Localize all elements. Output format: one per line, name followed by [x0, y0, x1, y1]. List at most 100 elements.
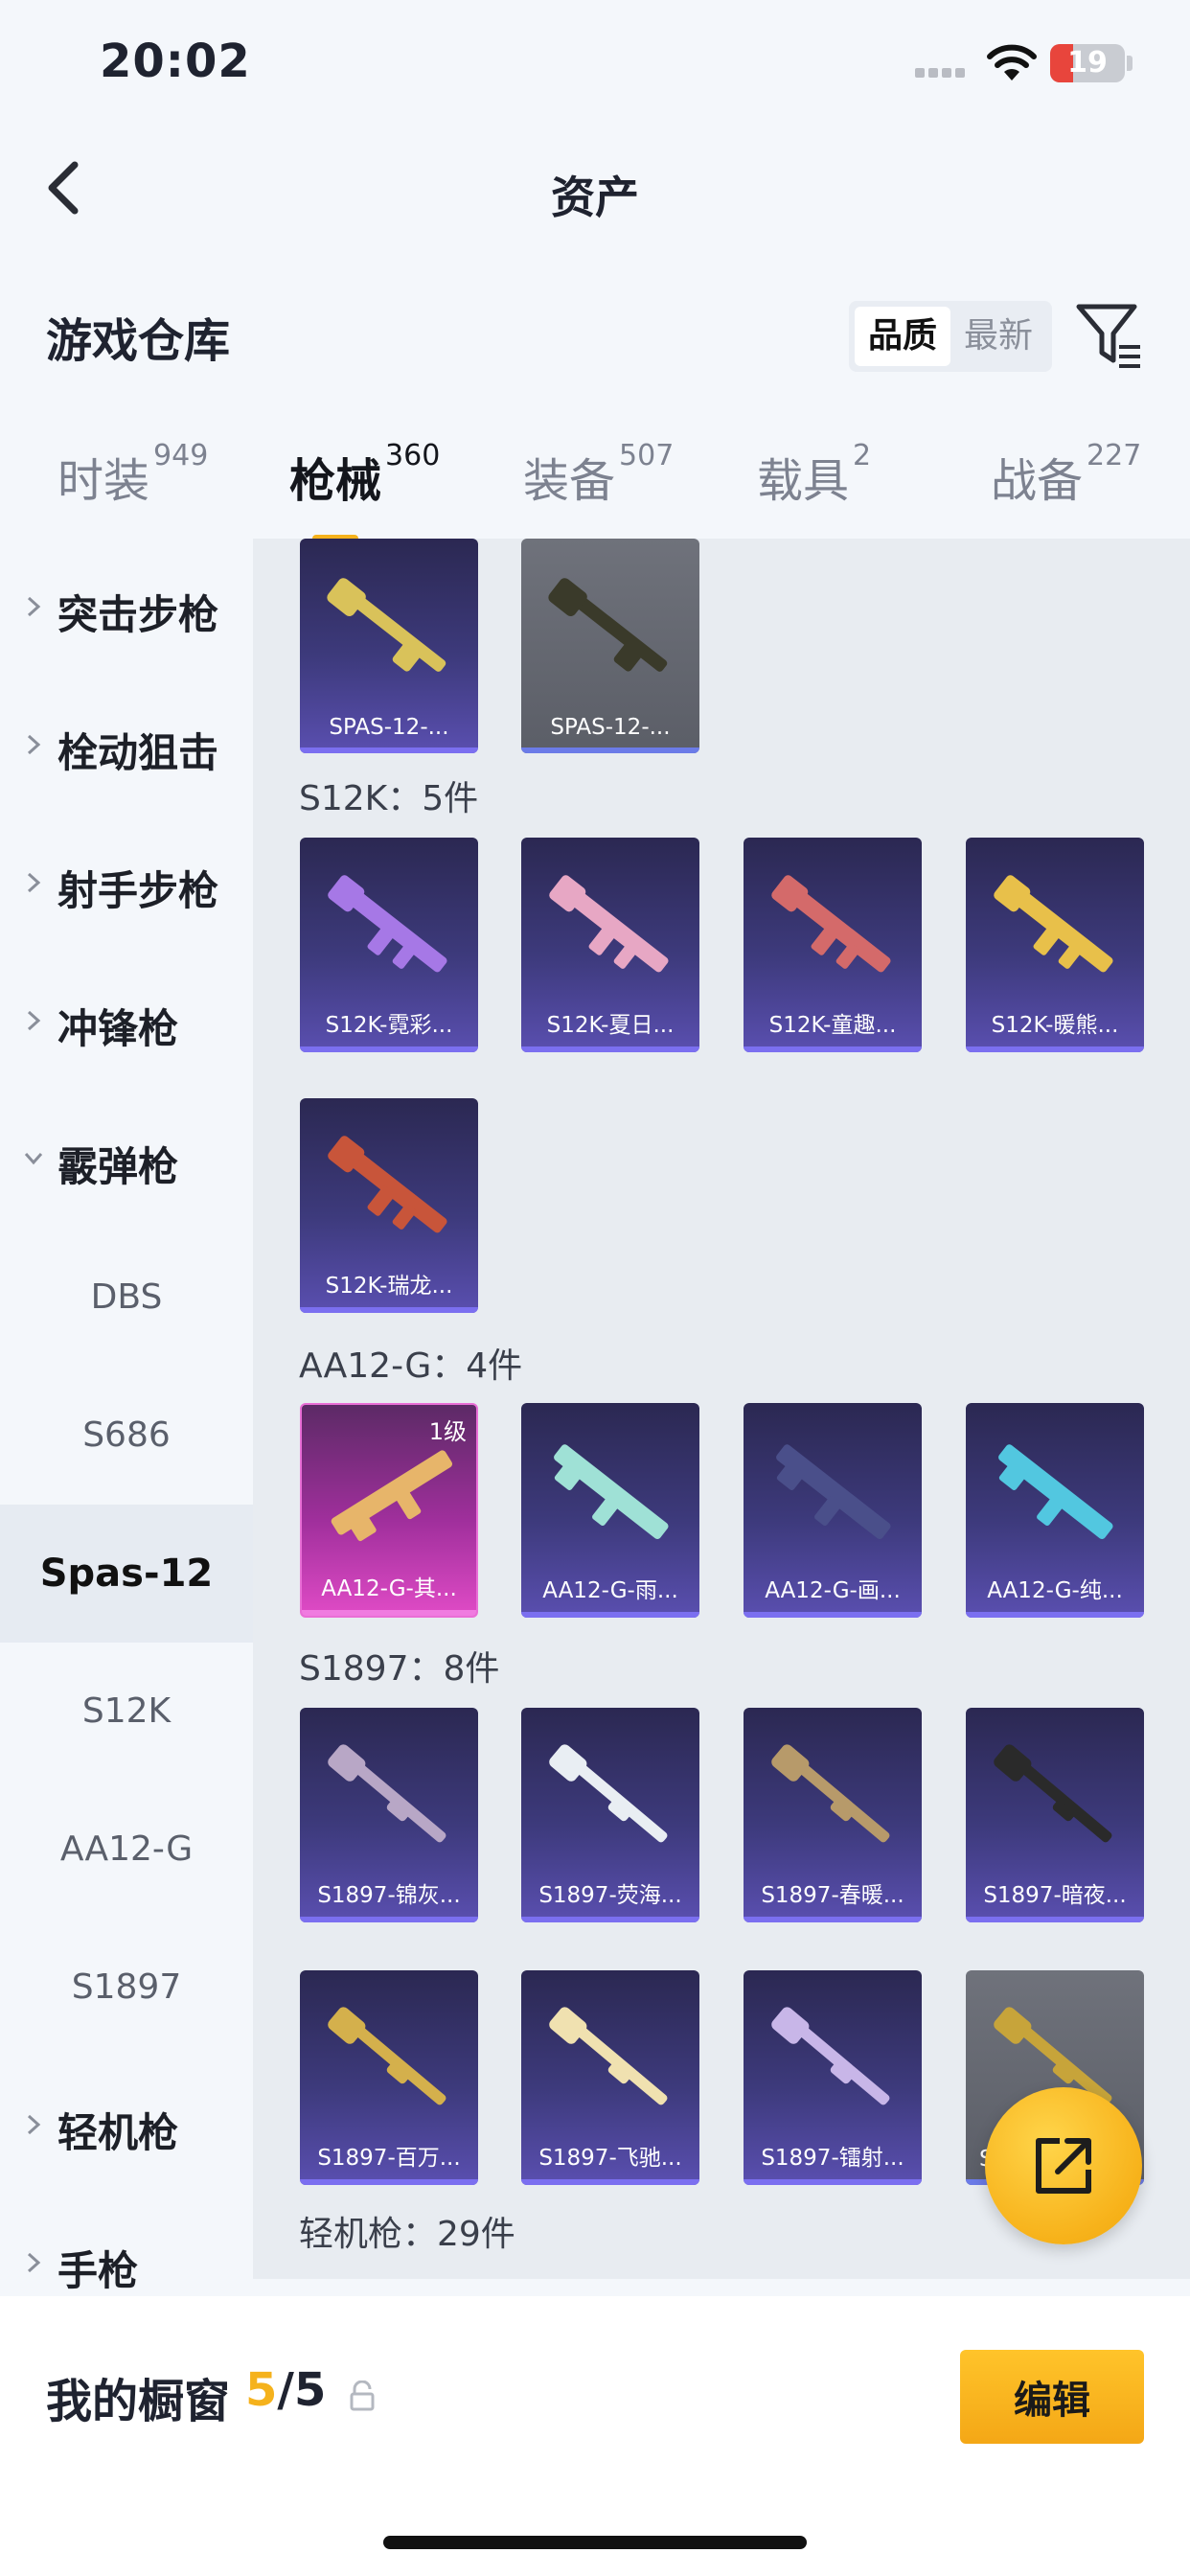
sidebar-item-label: 冲锋枪 — [57, 1005, 179, 1052]
skin-name: AA12-G-纯... — [987, 1578, 1123, 1603]
skin-card[interactable]: AA12-G-雨... — [521, 1403, 699, 1618]
shotgun-icon — [771, 2007, 890, 2105]
tab-label: 枪械 — [289, 454, 382, 508]
tab-count: 360 — [385, 439, 441, 472]
skin-name: SPAS-12-... — [550, 715, 671, 740]
sidebar-subitem-s12k[interactable]: S12K — [0, 1643, 253, 1781]
filter-icon[interactable] — [1075, 301, 1144, 372]
rarity-bar — [521, 1046, 699, 1052]
warehouse-header: 游戏仓库 品质 最新 — [0, 278, 1190, 393]
sidebar-item-label: 轻机枪 — [57, 2109, 179, 2156]
chevron-right-icon — [27, 872, 41, 893]
skin-name: S12K-暖熊... — [991, 1013, 1119, 1038]
share-button[interactable] — [985, 2087, 1142, 2244]
showcase-count: 5/5 — [245, 2363, 326, 2417]
rarity-bar — [300, 1307, 478, 1313]
sidebar-subitem-spas-12[interactable]: Spas-12 — [0, 1505, 253, 1643]
sidebar-item-label: 手枪 — [57, 2247, 139, 2294]
skin-card[interactable]: S1897-锦灰... — [300, 1708, 478, 1922]
home-indicator — [383, 2536, 807, 2549]
sidebar-item-bolt-sniper[interactable]: 栓动狙击 — [0, 677, 253, 815]
rarity-bar — [744, 1917, 922, 1922]
sidebar-item-assault-rifle[interactable]: 突击步枪 — [0, 539, 253, 677]
rarity-bar — [521, 1612, 699, 1618]
sidebar-item-label: 射手步枪 — [57, 867, 219, 914]
wifi-icon — [987, 44, 1037, 80]
rarity-bar — [521, 748, 699, 753]
tab-label: 战备 — [991, 454, 1084, 508]
skin-card[interactable]: S1897-百万... — [300, 1970, 478, 2185]
sidebar-item-label: 突击步枪 — [57, 591, 219, 638]
edit-button[interactable]: 编辑 — [960, 2350, 1144, 2444]
sidebar-item-smg[interactable]: 冲锋枪 — [0, 953, 253, 1091]
rifle-icon — [328, 875, 447, 973]
rarity-bar — [300, 1917, 478, 1922]
skin-card[interactable]: S12K-瑞龙... — [300, 1098, 478, 1313]
sort-quality-option[interactable]: 品质 — [855, 307, 950, 366]
weapon-category-sidebar: 突击步枪 栓动狙击 射手步枪 冲锋枪 霰弹枪 DBS S686 Spas-12 … — [0, 539, 253, 2294]
share-external-icon — [1036, 2138, 1091, 2194]
tab-fashion[interactable]: 时装 949 — [57, 439, 208, 510]
tab-equipment[interactable]: 装备 507 — [523, 439, 674, 510]
rifle-icon — [554, 1444, 669, 1539]
sidebar-subitem-s1897[interactable]: S1897 — [0, 1919, 253, 2057]
skin-name: S12K-夏日... — [546, 1013, 675, 1038]
shotgun-icon — [328, 2007, 446, 2105]
rifle-icon — [994, 875, 1113, 973]
sidebar-subitem-dbs[interactable]: DBS — [0, 1229, 253, 1367]
skin-card[interactable]: S12K-童趣... — [744, 838, 922, 1052]
sidebar-subitem-aa12-g[interactable]: AA12-G — [0, 1781, 253, 1919]
rarity-bar — [966, 1612, 1144, 1618]
rarity-bar — [966, 1917, 1144, 1922]
rarity-bar — [744, 2179, 922, 2185]
skin-card[interactable]: AA12-G-画... — [744, 1403, 922, 1618]
tab-gear[interactable]: 战备 227 — [991, 439, 1141, 510]
tab-count: 2 — [853, 439, 872, 472]
shotgun-icon — [549, 1744, 668, 1843]
skin-name: S12K-童趣... — [768, 1013, 897, 1038]
skin-card[interactable]: S1897-暗夜... — [966, 1708, 1144, 1922]
shotgun-icon — [771, 1744, 890, 1843]
chevron-right-icon — [27, 734, 41, 755]
skin-name: S12K-霓彩... — [325, 1013, 453, 1038]
showcase-bar: 我的橱窗 5/5 编辑 — [0, 2296, 1190, 2576]
skin-card[interactable]: S12K-霓彩... — [300, 838, 478, 1052]
nav-bar: 资产 — [0, 134, 1190, 249]
tab-label: 装备 — [523, 454, 616, 508]
tab-count: 227 — [1087, 439, 1142, 472]
sidebar-item-marksman-rifle[interactable]: 射手步枪 — [0, 815, 253, 953]
tab-label: 时装 — [57, 454, 150, 508]
skin-name: S1897-百万... — [317, 2146, 461, 2171]
sidebar-item-lmg[interactable]: 轻机枪 — [0, 2057, 253, 2195]
rifle-icon — [998, 1444, 1113, 1539]
page-title: 资产 — [551, 172, 639, 223]
skin-card[interactable]: S12K-夏日... — [521, 838, 699, 1052]
skin-name: S1897-春暖... — [761, 1883, 904, 1908]
warehouse-label: 游戏仓库 — [46, 314, 231, 368]
skin-card[interactable]: SPAS-12-... — [521, 539, 699, 753]
battery-tip — [1127, 56, 1133, 71]
skin-card[interactable]: 1级 AA12-G-其... — [300, 1403, 478, 1618]
rarity-bar — [966, 1046, 1144, 1052]
rarity-bar — [300, 2179, 478, 2185]
skin-card[interactable]: S1897-镭射... — [744, 1970, 922, 2185]
skin-card[interactable]: S12K-暖熊... — [966, 838, 1144, 1052]
skin-card[interactable]: AA12-G-纯... — [966, 1403, 1144, 1618]
skin-name: SPAS-12-... — [329, 715, 449, 740]
skin-card[interactable]: SPAS-12-... — [300, 539, 478, 753]
tab-label: 载具 — [757, 454, 850, 508]
skin-name: S1897-镭射... — [761, 2146, 904, 2171]
skin-card[interactable]: S1897-荧海... — [521, 1708, 699, 1922]
status-time: 20:02 — [100, 34, 251, 88]
sidebar-item-shotgun[interactable]: 霰弹枪 — [0, 1091, 253, 1229]
sidebar-subitem-s686[interactable]: S686 — [0, 1367, 253, 1505]
rarity-bar — [744, 1046, 922, 1052]
skin-card[interactable]: S1897-春暖... — [744, 1708, 922, 1922]
tab-count: 507 — [619, 439, 675, 472]
battery-level: 19 — [1067, 46, 1108, 80]
tab-vehicles[interactable]: 载具 2 — [757, 439, 871, 510]
tab-guns[interactable]: 枪械 360 — [289, 439, 440, 542]
section-title: 轻机枪：29件 — [299, 2215, 515, 2254]
sort-newest-option[interactable]: 最新 — [950, 307, 1046, 366]
skin-card[interactable]: S1897-飞驰... — [521, 1970, 699, 2185]
